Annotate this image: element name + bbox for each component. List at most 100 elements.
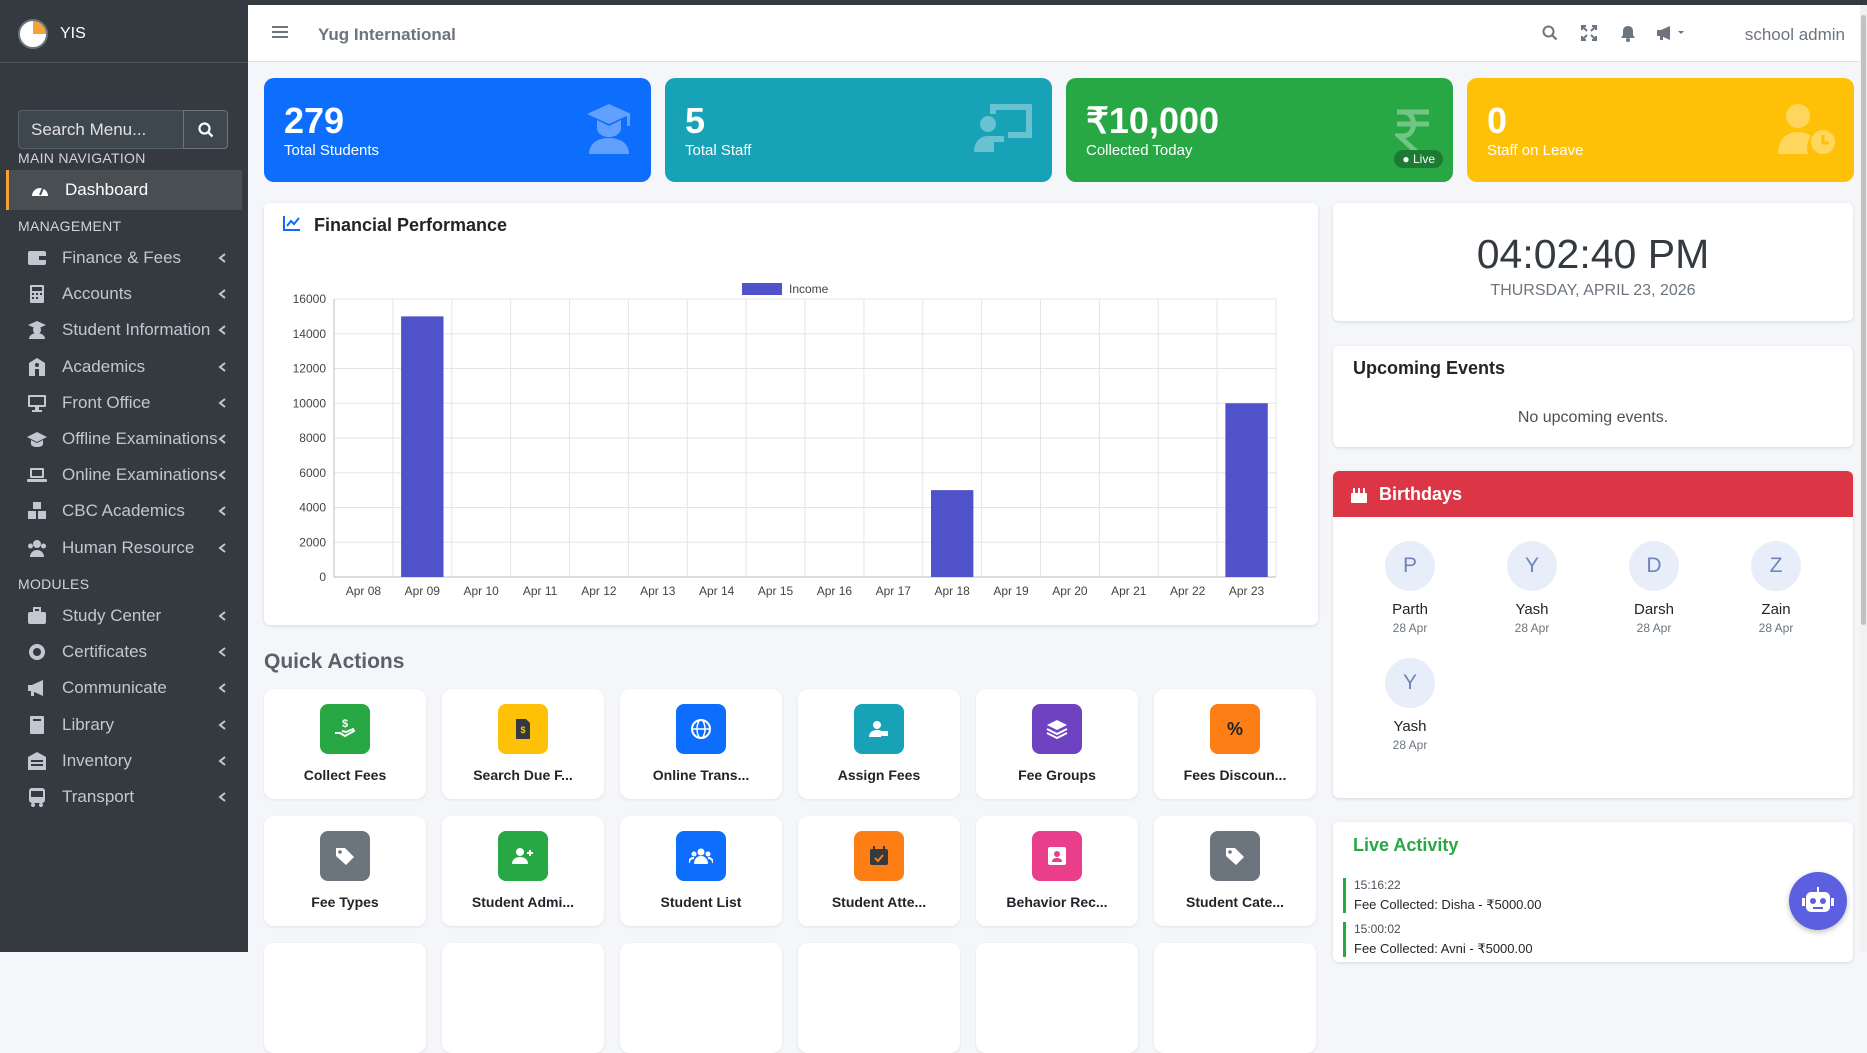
legend-swatch: [742, 283, 782, 295]
quick-action-label: Fee Groups: [1018, 767, 1096, 783]
sidebar-item-library[interactable]: Library: [6, 705, 242, 745]
sidebar-item-label: Study Center: [62, 606, 162, 625]
wallet-icon: [26, 248, 48, 268]
menu-toggle-icon[interactable]: [272, 25, 288, 44]
quick-action-collect-fees[interactable]: $ Collect Fees: [264, 689, 426, 799]
cubes-icon: [26, 501, 48, 521]
bar[interactable]: [930, 490, 974, 577]
user-tag-icon: [854, 704, 904, 754]
quick-action-partial[interactable]: [798, 943, 960, 1053]
activity-time: 15:16:22: [1354, 878, 1401, 892]
quick-action-search-due-f[interactable]: $ Search Due F...: [442, 689, 604, 799]
menu-search-input[interactable]: [18, 110, 183, 149]
x-tick-label: Apr 15: [758, 584, 794, 598]
sidebar-item-offline-examinations[interactable]: Offline Examinations: [6, 419, 242, 459]
sidebar-item-cbc-academics[interactable]: CBC Academics: [6, 491, 242, 531]
graduation-cap-icon: [26, 429, 48, 449]
robot-icon: [1802, 887, 1834, 912]
hand-money-icon: $: [320, 704, 370, 754]
chevron-left-icon: [218, 644, 226, 660]
brand-name: YIS: [60, 24, 86, 42]
menu-search-button[interactable]: [183, 110, 228, 149]
sidebar-item-label: Student Information: [62, 320, 211, 340]
quick-action-fee-groups[interactable]: Fee Groups: [976, 689, 1138, 799]
stat-total-staff[interactable]: 5 Total Staff: [665, 78, 1052, 182]
stat-staff-on-leave[interactable]: 0 Staff on Leave: [1467, 78, 1854, 182]
birthday-name: Yash: [1515, 601, 1549, 618]
bell-icon[interactable]: [1620, 25, 1636, 47]
x-tick-label: Apr 16: [817, 584, 853, 598]
sidebar-item-academics[interactable]: Academics: [6, 347, 242, 387]
sidebar-item-study-center[interactable]: Study Center: [6, 596, 242, 636]
page-scrollbar[interactable]: [1860, 5, 1867, 952]
search-icon[interactable]: [1542, 25, 1558, 46]
quick-action-behavior-rec[interactable]: Behavior Rec...: [976, 816, 1138, 926]
quick-action-partial[interactable]: [620, 943, 782, 1053]
sidebar-item-transport[interactable]: Transport: [6, 777, 242, 817]
sidebar-item-front-office[interactable]: Front Office: [6, 383, 242, 423]
quick-action-student-cate[interactable]: Student Cate...: [1154, 816, 1316, 926]
sidebar-item-online-examinations[interactable]: Online Examinations: [6, 455, 242, 495]
quick-action-assign-fees[interactable]: Assign Fees: [798, 689, 960, 799]
quick-action-student-atte[interactable]: Student Atte...: [798, 816, 960, 926]
brand-logo: [18, 18, 48, 49]
user-menu[interactable]: school admin: [1745, 25, 1845, 45]
sidebar-item-label: Certificates: [62, 642, 148, 662]
bar[interactable]: [401, 316, 444, 577]
sidebar-item-communicate[interactable]: Communicate: [6, 668, 242, 708]
chatbot-button[interactable]: [1789, 872, 1847, 930]
stat-value: 5: [685, 100, 706, 141]
sidebar-item-dashboard[interactable]: Dashboard: [6, 170, 242, 210]
stat-collected-today[interactable]: ₹10,000 Collected Today ● Live: [1066, 78, 1453, 182]
bus-icon: [26, 787, 48, 807]
sidebar-item-human-resource[interactable]: Human Resource: [6, 528, 242, 568]
fullscreen-icon[interactable]: [1581, 25, 1597, 46]
birthday-date: 28 Apr: [1514, 621, 1550, 635]
upcoming-events-card: Upcoming Events No upcoming events.: [1333, 346, 1853, 447]
quick-action-student-admi[interactable]: Student Admi...: [442, 816, 604, 926]
stat-label: Total Staff: [685, 142, 752, 159]
bar[interactable]: [1225, 403, 1268, 577]
bullhorn-icon: [26, 678, 48, 698]
quick-action-partial[interactable]: [1154, 943, 1316, 1053]
birthday-date: 28 Apr: [1758, 621, 1794, 635]
sidebar-item-student-information[interactable]: Student Information: [6, 310, 242, 350]
x-tick-label: Apr 21: [1111, 584, 1147, 598]
sidebar-item-certificates[interactable]: Certificates: [6, 632, 242, 672]
x-tick-label: Apr 08: [346, 584, 382, 598]
bullhorn-icon[interactable]: [1656, 25, 1688, 46]
quick-action-fees-discoun[interactable]: % Fees Discoun...: [1154, 689, 1316, 799]
stat-total-students[interactable]: 279 Total Students: [264, 78, 651, 182]
chevron-left-icon: [218, 503, 226, 519]
activity-text: Fee Collected: Avni - ₹5000.00: [1354, 941, 1533, 956]
sidebar-item-accounts[interactable]: Accounts: [6, 274, 242, 314]
y-tick-label: 10000: [293, 396, 327, 410]
quick-action-partial[interactable]: [976, 943, 1138, 1053]
chevron-left-icon: [218, 359, 226, 375]
quick-action-partial[interactable]: [442, 943, 604, 1053]
x-tick-label: Apr 12: [581, 584, 617, 598]
sidebar-item-finance-fees[interactable]: Finance & Fees: [6, 238, 242, 278]
chevron-left-icon: [218, 250, 226, 266]
nav-header-modules: MODULES: [18, 576, 90, 592]
quick-action-online-trans[interactable]: Online Trans...: [620, 689, 782, 799]
brand[interactable]: YIS: [0, 5, 248, 63]
sidebar-item-inventory[interactable]: Inventory: [6, 741, 242, 781]
quick-action-student-list[interactable]: Student List: [620, 816, 782, 926]
quick-action-partial[interactable]: [264, 943, 426, 1053]
birthday-person: Y Yash 28 Apr: [1360, 658, 1460, 752]
calendar-check-icon: [854, 831, 904, 881]
quick-action-label: Assign Fees: [837, 767, 921, 783]
x-tick-label: Apr 19: [993, 584, 1029, 598]
birthday-person: Z Zain 28 Apr: [1726, 541, 1826, 635]
calculator-icon: [26, 284, 48, 304]
chevron-left-icon: [218, 467, 226, 483]
clock-card: 04:02:40 PM THURSDAY, APRIL 23, 2026: [1333, 203, 1853, 321]
scrollbar-thumb[interactable]: [1861, 15, 1866, 625]
quick-action-fee-types[interactable]: Fee Types: [264, 816, 426, 926]
globe-icon: [676, 704, 726, 754]
sidebar-item-label: Finance & Fees: [62, 248, 182, 267]
clock-date: THURSDAY, APRIL 23, 2026: [1490, 282, 1696, 299]
tags-icon: [1210, 831, 1260, 881]
app-title: Yug International: [318, 25, 456, 44]
